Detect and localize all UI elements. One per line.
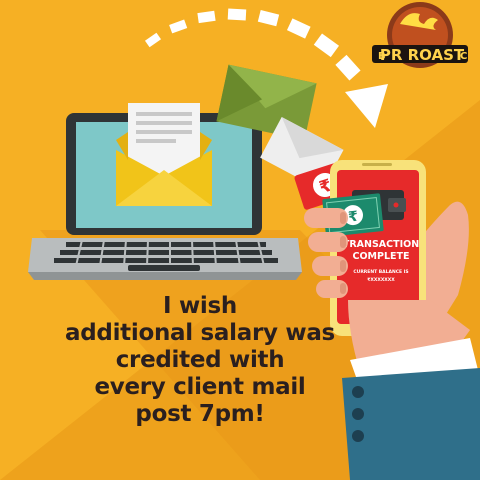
ad-banner: B PR ROAST C ₹ TRANSACTION COMPLETE CURR… [0,0,480,480]
balance-value: ₹XXXXXXX [367,277,395,283]
envelope-icon [116,103,212,206]
brand-logo: B PR ROAST C [372,2,468,68]
logo-text: PR ROAST [380,46,465,64]
caption-line: additional salary was [65,320,335,346]
caption-line: post 7pm! [135,401,265,427]
balance-label: CURRENT BALANCE IS [353,269,408,275]
caption-text: I wish additional salary was credited wi… [0,293,400,428]
caption-line: every client mail [94,374,306,400]
svg-text:C: C [460,51,467,62]
caption-line: credited with [115,347,285,373]
transaction-title: COMPLETE [353,251,410,262]
rupee-icon: ₹ [348,209,360,226]
caption-line: I wish [163,293,237,319]
transaction-title: TRANSACTION [343,239,419,250]
keyboard [54,242,278,263]
